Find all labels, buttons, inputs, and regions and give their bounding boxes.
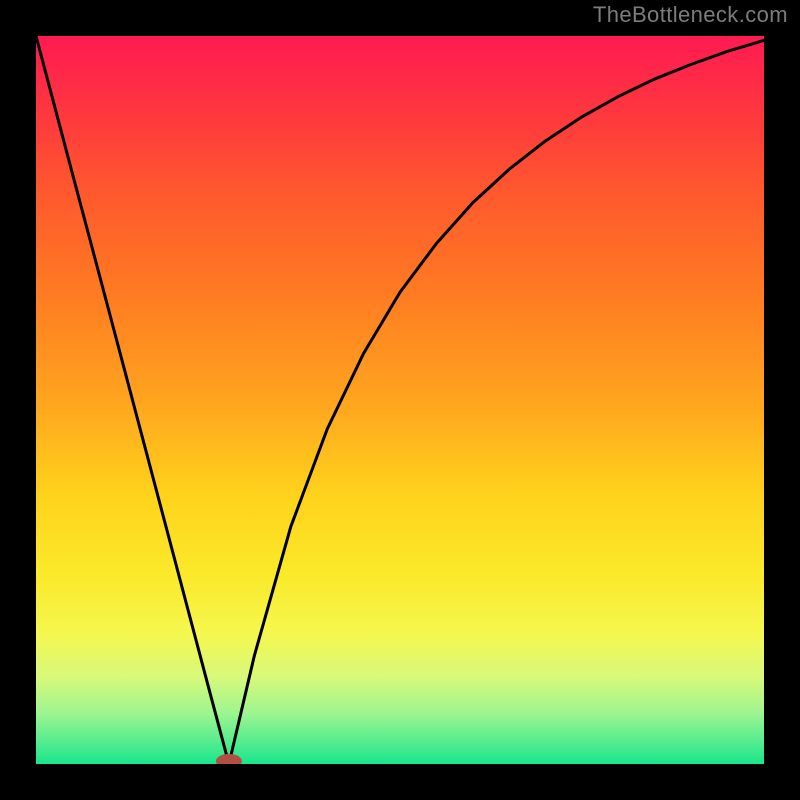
watermark-text: TheBottleneck.com [593, 2, 788, 28]
bottleneck-curve [36, 36, 764, 764]
plot-area [36, 36, 764, 764]
optimal-marker-dot [216, 754, 242, 764]
optimal-marker [216, 754, 242, 764]
chart-svg [36, 36, 764, 764]
chart-frame: TheBottleneck.com [0, 0, 800, 800]
curve-path [36, 36, 764, 764]
